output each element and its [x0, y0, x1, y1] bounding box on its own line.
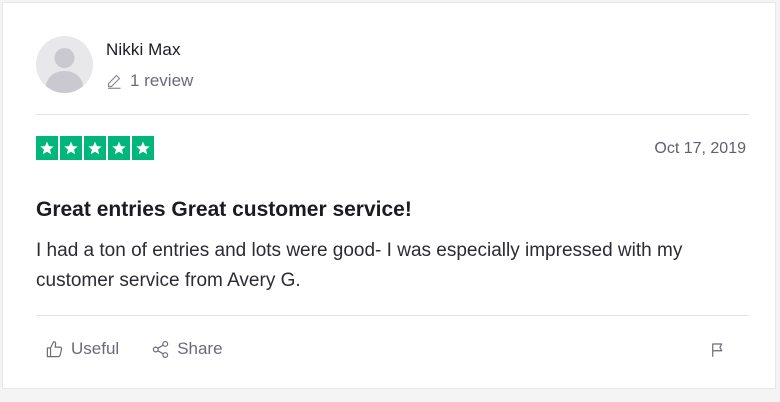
share-button[interactable]: Share [151, 339, 223, 359]
flag-icon [712, 343, 723, 357]
share-label: Share [177, 339, 223, 358]
share-icon [152, 340, 169, 358]
star-icon [60, 136, 82, 160]
review-count-row: 1 review [106, 71, 193, 91]
reviewer-header: Nikki Max 1 review [36, 36, 193, 96]
review-title[interactable]: Great entries Great customer service! [36, 198, 412, 222]
review-actions: Useful Share [45, 339, 255, 359]
pencil-icon [107, 74, 121, 89]
star-icon [108, 136, 130, 160]
avatar[interactable] [36, 36, 93, 93]
review-card: Nikki Max 1 review Oct 17, 2019 Great en… [2, 2, 776, 389]
actions-divider [36, 315, 749, 316]
header-divider [36, 114, 749, 115]
reviewer-meta: Nikki Max 1 review [106, 40, 193, 91]
review-body: I had a ton of entries and lots were goo… [36, 240, 683, 291]
review-count: 1 review [130, 71, 194, 90]
useful-label: Useful [71, 339, 120, 358]
star-icon [36, 136, 58, 160]
star-icon [132, 136, 154, 160]
report-button[interactable] [709, 341, 727, 364]
reviewer-name[interactable]: Nikki Max [106, 40, 193, 60]
useful-button[interactable]: Useful [45, 339, 119, 359]
review-date: Oct 17, 2019 [654, 140, 746, 157]
star-rating [36, 136, 154, 160]
star-icon [84, 136, 106, 160]
thumbs-up-icon [46, 340, 63, 357]
avatar-placeholder-icon [45, 48, 84, 93]
